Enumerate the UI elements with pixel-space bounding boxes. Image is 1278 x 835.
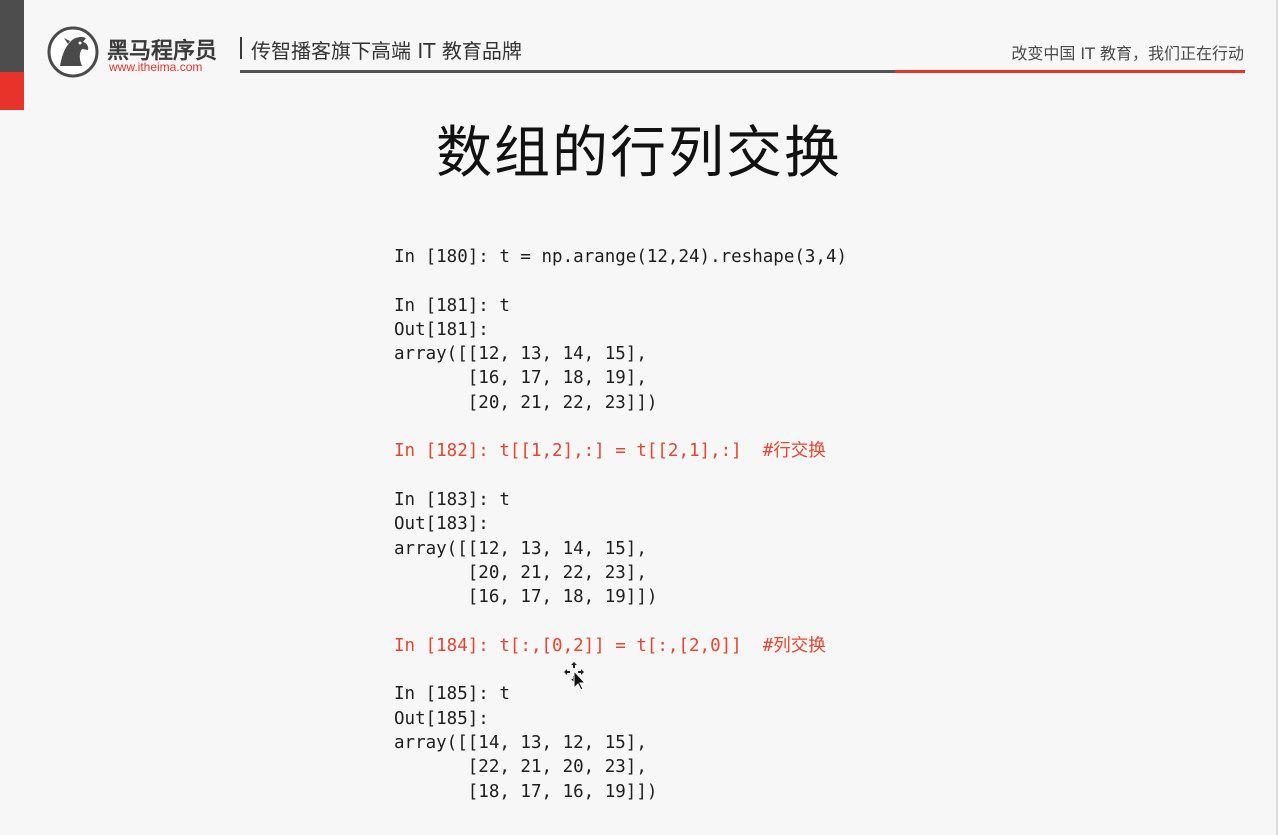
code-line: array([[12, 13, 14, 15], bbox=[394, 538, 647, 559]
header-rule-red bbox=[895, 70, 1245, 73]
horse-head-logo-icon bbox=[47, 26, 99, 78]
header-rule-gray bbox=[240, 70, 895, 73]
side-accent-gray bbox=[0, 0, 24, 72]
code-line: Out[181]: bbox=[394, 319, 489, 340]
code-line: [16, 17, 18, 19], bbox=[394, 368, 647, 389]
code-line: [22, 21, 20, 23], bbox=[394, 757, 647, 778]
side-accent-red bbox=[0, 72, 24, 110]
code-line: Out[183]: bbox=[394, 514, 489, 535]
code-line: In [183]: t bbox=[394, 489, 510, 510]
code-line: [18, 17, 16, 19]]) bbox=[394, 781, 658, 802]
code-line: [20, 21, 22, 23]]) bbox=[394, 392, 658, 413]
code-line-highlighted: In [182]: t[[1,2],:] = t[[2,1],:] #行交换 bbox=[394, 441, 826, 462]
slide: 黑马程序员 www.itheima.com 传智播客旗下高端 IT 教育品牌 改… bbox=[0, 0, 1278, 835]
code-line: array([[12, 13, 14, 15], bbox=[394, 344, 647, 365]
code-line: array([[14, 13, 12, 15], bbox=[394, 732, 647, 753]
move-cursor-icon bbox=[564, 662, 587, 690]
code-line: Out[185]: bbox=[394, 708, 489, 729]
code-line: In [180]: t = np.arange(12,24).reshape(3… bbox=[394, 247, 848, 267]
header-separator bbox=[240, 37, 242, 59]
code-block: In [180]: t = np.arange(12,24).reshape(3… bbox=[394, 245, 847, 804]
code-line: [16, 17, 18, 19]]) bbox=[394, 587, 658, 608]
slide-title: 数组的行列交换 bbox=[436, 121, 842, 186]
brand-tagline: 传智播客旗下高端 IT 教育品牌 bbox=[251, 39, 522, 63]
code-line: In [185]: t bbox=[394, 684, 510, 705]
code-line-highlighted: In [184]: t[:,[0,2]] = t[:,[2,0]] #列交换 bbox=[394, 635, 826, 656]
code-line: In [181]: t bbox=[394, 295, 510, 316]
brand-url: www.itheima.com bbox=[109, 60, 203, 74]
header-slogan: 改变中国 IT 教育，我们正在行动 bbox=[1011, 44, 1244, 63]
code-line: [20, 21, 22, 23], bbox=[394, 562, 647, 583]
